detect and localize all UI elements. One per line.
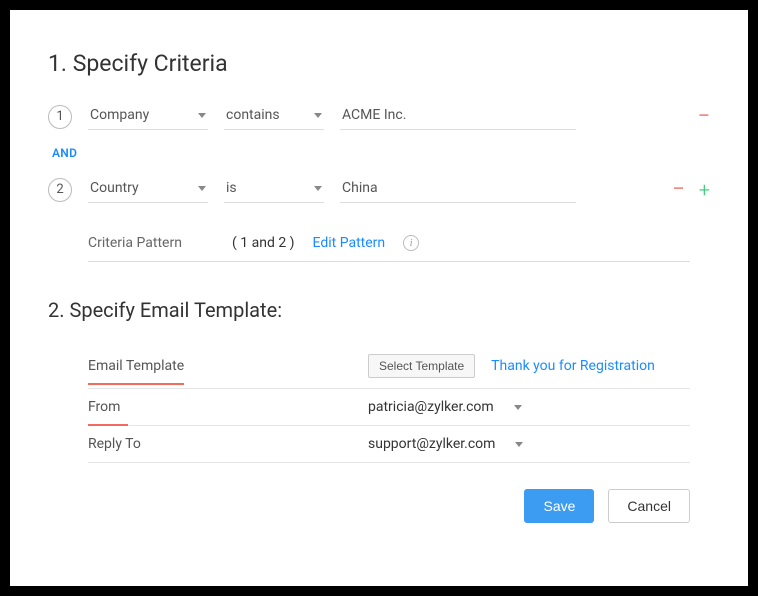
criteria-row-2: 2 Country is China − +	[48, 176, 710, 203]
criteria-2-field-value: Country	[90, 180, 139, 196]
replyto-label: Reply To	[88, 436, 368, 452]
criteria-2-operator-value: is	[226, 180, 237, 196]
from-dropdown[interactable]: patricia@zylker.com	[368, 399, 522, 415]
criteria-1-field-dropdown[interactable]: Company	[88, 103, 208, 130]
section-2-title: 2. Specify Email Template:	[48, 298, 710, 322]
caret-down-icon	[198, 113, 206, 118]
remove-criteria-icon[interactable]: −	[697, 106, 710, 128]
criteria-pattern-row: Criteria Pattern ( 1 and 2 ) Edit Patter…	[88, 235, 690, 262]
replyto-dropdown[interactable]: support@zylker.com	[368, 436, 523, 452]
from-label: From	[88, 399, 368, 415]
select-template-button[interactable]: Select Template	[368, 354, 475, 378]
criteria-1-value-text: ACME Inc.	[342, 107, 406, 123]
and-connector: AND	[52, 146, 710, 160]
criteria-number-1: 1	[48, 105, 72, 129]
criteria-row-1: 1 Company contains ACME Inc. −	[48, 103, 710, 130]
add-criteria-icon[interactable]: +	[699, 180, 710, 200]
criteria-2-field-dropdown[interactable]: Country	[88, 176, 208, 203]
email-template-block: Email Template Select Template Thank you…	[88, 344, 690, 463]
criteria-1-field-value: Company	[90, 107, 149, 123]
selected-template-name[interactable]: Thank you for Registration	[491, 358, 655, 374]
replyto-value: support@zylker.com	[368, 436, 495, 452]
criteria-1-operator-dropdown[interactable]: contains	[224, 103, 324, 130]
criteria-2-value-text: China	[342, 180, 378, 196]
caret-down-icon	[198, 186, 206, 191]
criteria-2-actions: − +	[672, 179, 710, 201]
form-actions: Save Cancel	[88, 489, 690, 523]
edit-pattern-link[interactable]: Edit Pattern	[313, 235, 386, 251]
criteria-pattern-value: ( 1 and 2 )	[232, 235, 295, 251]
criteria-2-value-input[interactable]: China	[340, 176, 576, 203]
from-value: patricia@zylker.com	[368, 399, 494, 415]
cancel-button[interactable]: Cancel	[608, 489, 690, 523]
email-template-label: Email Template	[88, 358, 368, 374]
section-1-title: 1. Specify Criteria	[48, 50, 710, 77]
caret-down-icon	[514, 405, 522, 410]
criteria-2-operator-dropdown[interactable]: is	[224, 176, 324, 203]
email-template-row: Email Template Select Template Thank you…	[88, 344, 690, 389]
caret-down-icon	[314, 186, 322, 191]
criteria-pattern-label: Criteria Pattern	[88, 235, 214, 251]
remove-criteria-icon[interactable]: −	[672, 179, 685, 201]
from-row: From patricia@zylker.com	[88, 389, 690, 426]
form-container: 1. Specify Criteria 1 Company contains A…	[10, 10, 748, 586]
save-button[interactable]: Save	[524, 489, 594, 523]
criteria-1-value-input[interactable]: ACME Inc.	[340, 103, 576, 130]
replyto-row: Reply To support@zylker.com	[88, 426, 690, 463]
caret-down-icon	[314, 113, 322, 118]
criteria-1-actions: −	[697, 106, 710, 128]
caret-down-icon	[515, 442, 523, 447]
criteria-number-2: 2	[48, 178, 72, 202]
info-icon[interactable]: i	[403, 235, 419, 251]
criteria-1-operator-value: contains	[226, 107, 280, 123]
